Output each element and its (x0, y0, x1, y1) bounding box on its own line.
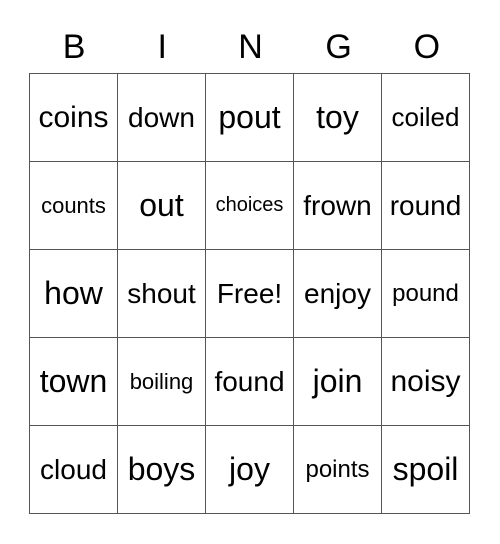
bingo-cell: town (29, 337, 118, 426)
bingo-cell: round (381, 161, 470, 250)
header-letter: N (238, 28, 263, 66)
bingo-cell: points (293, 425, 382, 514)
header-letter: G (325, 28, 352, 66)
bingo-cell: toy (293, 73, 382, 162)
bingo-cell: down (117, 73, 206, 162)
bingo-cell: spoil (381, 425, 470, 514)
bingo-cell: boiling (117, 337, 206, 426)
bingo-cell: coiled (381, 73, 470, 162)
bingo-cell: frown (293, 161, 382, 250)
bingo-cell: cloud (29, 425, 118, 514)
grid-row: how shout Free! enjoy pound (29, 249, 470, 338)
bingo-cell: out (117, 161, 206, 250)
header-letter: O (413, 28, 441, 66)
bingo-cell: counts (29, 161, 118, 250)
grid-row: cloud boys joy points spoil (29, 425, 470, 514)
bingo-cell: found (205, 337, 294, 426)
bingo-cell: pound (381, 249, 470, 338)
bingo-cell: boys (117, 425, 206, 514)
bingo-cell: coins (29, 73, 118, 162)
header-letter: B (62, 28, 86, 66)
header-letter: I (157, 28, 167, 66)
bingo-header: B I N G O (30, 28, 471, 67)
bingo-cell: Free! (205, 249, 294, 338)
bingo-cell: how (29, 249, 118, 338)
grid-row: town boiling found join noisy (29, 337, 470, 426)
grid-row: counts out choices frown round (29, 161, 470, 250)
bingo-cell: join (293, 337, 382, 426)
bingo-cell: enjoy (293, 249, 382, 338)
bingo-cell: shout (117, 249, 206, 338)
bingo-cell: pout (205, 73, 294, 162)
bingo-grid: coins down pout toy coiled counts out choices fr… (29, 73, 470, 514)
grid-row: coins down pout toy coiled (29, 73, 470, 162)
bingo-cell: joy (205, 425, 294, 514)
bingo-cell: choices (205, 161, 294, 250)
bingo-cell: noisy (381, 337, 470, 426)
